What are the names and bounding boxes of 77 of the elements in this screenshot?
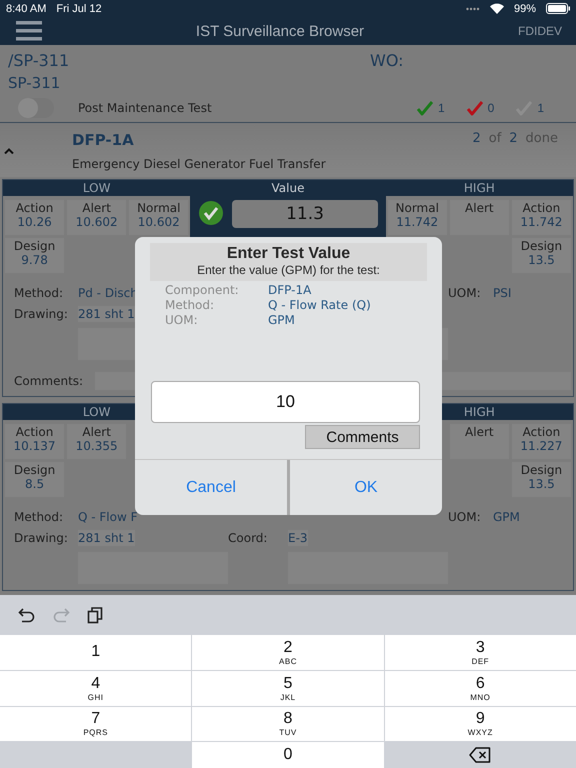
design-cell: Design 8.5 — [5, 462, 64, 498]
detail-value: PSI — [493, 285, 512, 302]
info-value: GPM — [268, 313, 296, 328]
detail-value: Q - Flow F — [78, 509, 138, 526]
low-header: LOW — [3, 180, 190, 196]
limit-cell: Alert — [450, 200, 509, 236]
limit-cell: Alert — [450, 424, 509, 460]
detail-label: Method: — [14, 286, 64, 300]
design-cell: Design 13.5 — [512, 462, 571, 498]
limit-cell: Alert 10.355 — [67, 424, 126, 460]
value-box[interactable]: 11.3 — [232, 200, 378, 228]
keyboard-key[interactable]: 0 — [192, 742, 384, 768]
menu-icon[interactable] — [16, 21, 42, 42]
detail-label: Coord: — [228, 531, 268, 546]
detail-value: 281 sht 1 — [78, 530, 135, 546]
limit-cell: Action 10.137 — [5, 424, 64, 460]
chevron-up-icon[interactable] — [4, 148, 14, 154]
value-input[interactable]: 10 — [151, 381, 420, 424]
procedure-name: SP-311 — [7, 73, 62, 92]
total-count: 2 — [509, 131, 518, 148]
done-count: 2 — [472, 131, 481, 148]
detail-label: Drawing: — [14, 307, 69, 322]
detail-label: UOM: — [448, 510, 482, 524]
design-cell: Design 13.5 — [512, 238, 571, 274]
component-description: Emergency Diesel Generator Fuel Transfer — [72, 157, 327, 172]
keyboard-key[interactable]: 4 GHI — [0, 670, 192, 706]
high-header: HIGH — [386, 180, 573, 196]
info-label: UOM: — [165, 313, 199, 328]
component-id: DFP-1A — [72, 131, 135, 150]
keyboard-key[interactable]: 6 MNO — [384, 670, 576, 706]
info-label: Method: — [165, 298, 216, 312]
wo-label: WO: — [370, 51, 404, 70]
detail-label: UOM: — [448, 286, 482, 300]
undo-icon[interactable] — [18, 606, 36, 624]
limit-cell: Action 10.26 — [5, 200, 64, 236]
keyboard-key[interactable]: 2 ABC — [192, 635, 384, 670]
keyboard-key[interactable]: 8 TUV — [192, 706, 384, 742]
environment-label: FDIDEV — [518, 24, 562, 38]
status-date: Fri Jul 12 — [56, 2, 102, 15]
check-icon — [466, 100, 483, 116]
keyboard-key[interactable]: 5 JKL — [192, 670, 384, 706]
limit-cell: Normal 11.742 — [388, 200, 447, 236]
detail-value: 281 sht 1 — [78, 306, 135, 322]
info-value: Q - Flow Rate (Q) — [268, 298, 372, 312]
limit-cell: Action 11.742 — [512, 200, 571, 236]
keyboard-key[interactable]: 3 DEF — [384, 635, 576, 670]
procedure-path: /SP-311 — [8, 51, 70, 70]
info-label: Component: — [165, 283, 240, 298]
detail-label: Drawing: — [14, 531, 69, 546]
detail-value: GPM — [493, 509, 520, 526]
count-value: 1 — [537, 101, 544, 116]
limit-cell: Normal 10.602 — [129, 200, 188, 236]
info-value: DFP-1A — [268, 283, 312, 298]
keyboard-key[interactable]: 7 PQRS — [0, 706, 192, 742]
toggle-label: Post Maintenance Test — [78, 101, 213, 116]
wifi-icon — [490, 3, 504, 14]
app-title: IST Surveillance Browser — [194, 22, 366, 40]
backspace-icon[interactable] — [469, 747, 492, 764]
status-time: 8:40 AM — [6, 2, 46, 15]
detail-label: Method: — [14, 510, 64, 524]
clipboard-icon[interactable] — [86, 606, 104, 624]
check-icon — [416, 100, 433, 116]
detail-value: E-3 — [288, 530, 308, 546]
keyboard-key[interactable]: 9 WXYZ — [384, 706, 576, 742]
dialog-subtitle: Enter the value (GPM) for the test: — [197, 263, 380, 278]
design-cell: Design 9.78 — [5, 238, 64, 274]
limit-cell: Action 11.227 — [512, 424, 571, 460]
comments-button[interactable]: Comments — [305, 425, 420, 450]
battery-icon — [546, 3, 570, 14]
comments-label: Comments: — [14, 374, 84, 388]
count-value: 1 — [438, 101, 445, 116]
dialog-title: Enter Test Value — [226, 245, 350, 264]
limit-cell: Alert 10.602 — [67, 200, 126, 236]
count-value: 0 — [488, 101, 494, 116]
battery-percent: 99% — [514, 2, 536, 15]
signal-icon — [466, 6, 480, 11]
keyboard-key[interactable]: 1 — [0, 635, 192, 670]
